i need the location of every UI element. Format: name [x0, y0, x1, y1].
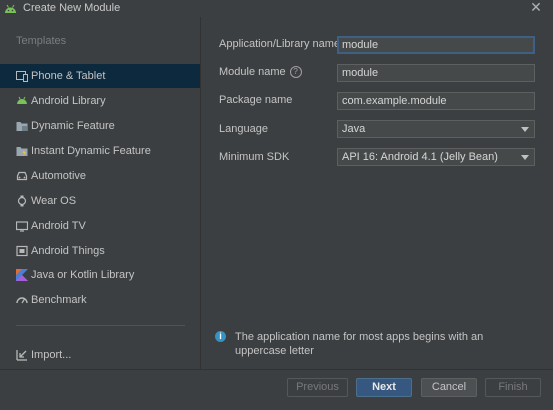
min-sdk-value: API 16: Android 4.1 (Jelly Bean)	[342, 151, 498, 163]
chip-icon	[16, 245, 28, 257]
kotlin-icon	[16, 269, 28, 281]
language-label: Language	[219, 123, 268, 135]
next-button[interactable]: Next	[356, 378, 412, 397]
min-sdk-label: Minimum SDK	[219, 151, 290, 163]
module-name-label-text: Module name	[219, 66, 286, 78]
gauge-icon	[16, 297, 28, 304]
sidebar-item-label: Android Library	[31, 95, 106, 107]
package-name-label: Package name	[219, 94, 293, 106]
module-name-label: Module name?	[219, 66, 302, 79]
templates-header: Templates	[16, 35, 67, 47]
close-icon[interactable]: ✕	[529, 0, 543, 14]
finish-button[interactable]: Finish	[485, 378, 541, 397]
sidebar-item-android-tv[interactable]: Android TV	[0, 214, 200, 238]
sidebar-item-label: Instant Dynamic Feature	[31, 145, 151, 157]
folder-instant-icon	[16, 147, 28, 156]
folder-feature-icon	[16, 122, 28, 131]
watch-icon	[17, 195, 27, 207]
phone-tablet-icon	[16, 71, 28, 82]
button-bar: Previous Next Cancel Finish	[0, 369, 553, 410]
info-text: The application name for most apps begin…	[235, 331, 484, 357]
import-label: Import...	[31, 349, 72, 361]
sidebar-item-label: Phone & Tablet	[31, 70, 106, 82]
sidebar-item-phone-tablet[interactable]: Phone & Tablet	[0, 64, 200, 88]
sidebar-item-label: Android TV	[31, 220, 86, 232]
car-icon	[16, 171, 28, 181]
chevron-down-icon	[521, 155, 529, 160]
sidebar-divider	[16, 325, 185, 326]
import-icon	[16, 350, 27, 361]
language-select[interactable]: Java	[337, 120, 535, 138]
window-title: Create New Module	[23, 2, 121, 14]
sidebar-item-instant-dynamic-feature[interactable]: Instant Dynamic Feature	[0, 139, 200, 163]
min-sdk-select[interactable]: API 16: Android 4.1 (Jelly Bean)	[337, 148, 535, 166]
sidebar-item-label: Android Things	[31, 245, 105, 257]
import-button[interactable]: Import...	[0, 343, 200, 367]
previous-button[interactable]: Previous	[287, 378, 348, 397]
title-bar: Create New Module ✕	[0, 0, 553, 17]
sidebar-item-label: Dynamic Feature	[31, 120, 115, 132]
sidebar-item-label: Automotive	[31, 170, 87, 182]
tv-icon	[16, 221, 28, 232]
android-icon	[17, 96, 27, 104]
sidebar-item-dynamic-feature[interactable]: Dynamic Feature	[0, 114, 200, 138]
app-name-label: Application/Library name	[219, 38, 341, 50]
android-studio-icon	[5, 4, 16, 13]
create-module-dialog: Create New Module ✕ Templates Phone & Ta…	[0, 0, 553, 410]
module-form: Application/Library name Module name? Pa…	[200, 17, 553, 369]
sidebar-item-label: Wear OS	[31, 195, 77, 207]
sidebar-item-java-kotlin-library[interactable]: Java or Kotlin Library	[0, 263, 200, 287]
sidebar-item-automotive[interactable]: Automotive	[0, 164, 200, 188]
templates-sidebar: Templates Phone & Tablet Android Library…	[0, 17, 200, 369]
language-value: Java	[342, 123, 366, 135]
sidebar-item-wear-os[interactable]: Wear OS	[0, 189, 200, 213]
sidebar-item-android-things[interactable]: Android Things	[0, 239, 200, 263]
app-name-input[interactable]	[337, 36, 535, 54]
info-icon: i	[215, 331, 226, 342]
module-name-input[interactable]	[337, 64, 535, 82]
sidebar-item-benchmark[interactable]: Benchmark	[0, 288, 200, 312]
help-icon[interactable]: ?	[289, 66, 302, 79]
sidebar-item-label: Java or Kotlin Library	[31, 269, 135, 281]
sidebar-item-android-library[interactable]: Android Library	[0, 89, 200, 113]
cancel-button[interactable]: Cancel	[421, 378, 477, 397]
sidebar-item-label: Benchmark	[31, 294, 87, 306]
package-name-input[interactable]	[337, 92, 535, 110]
chevron-down-icon	[521, 127, 529, 132]
